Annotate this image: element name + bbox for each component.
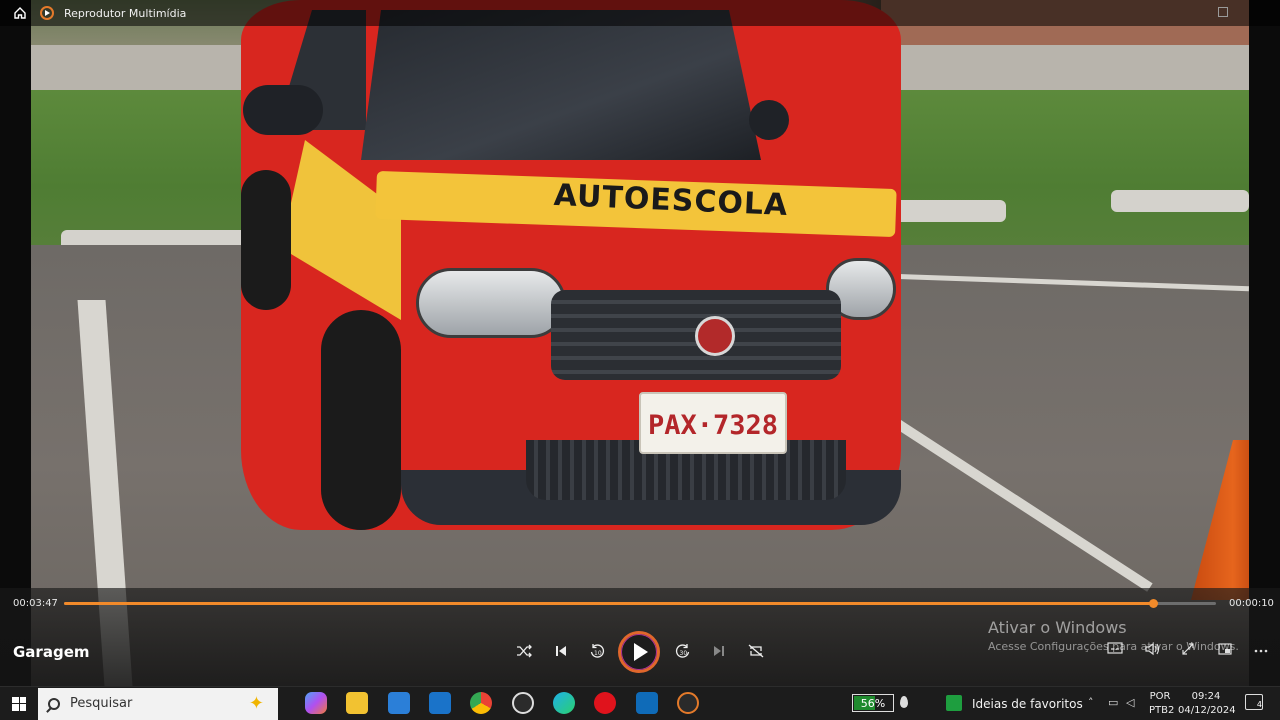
chevron-up-icon[interactable]: ˄: [1088, 696, 1094, 709]
home-button[interactable]: [0, 0, 40, 26]
speaker-icon[interactable]: ◁: [1126, 696, 1134, 709]
notification-count: 4: [1256, 700, 1262, 709]
activation-title: Ativar o Windows: [988, 618, 1127, 637]
svg-text:10: 10: [594, 650, 602, 657]
copilot-icon[interactable]: [305, 692, 327, 714]
svg-text:30: 30: [680, 650, 688, 657]
restore-button[interactable]: [1218, 7, 1228, 17]
repeat-button[interactable]: [745, 640, 767, 662]
previous-icon: [556, 646, 566, 656]
search-icon: [48, 697, 60, 710]
repeat-icon: [748, 644, 764, 658]
obs-icon[interactable]: [512, 692, 534, 714]
clock-time: 09:24: [1191, 691, 1221, 702]
water-drop-icon: [900, 696, 908, 708]
news-text[interactable]: Ideias de favoritos: [972, 697, 1083, 711]
app-icon[interactable]: [636, 692, 658, 714]
car-mirror-right: [749, 100, 789, 140]
video-frame: AUTOESCOLA PAX·7328: [31, 0, 1249, 686]
media-player-icon: [40, 6, 54, 20]
edge-icon[interactable]: [553, 692, 575, 714]
battery-indicator[interactable]: 56%: [852, 694, 894, 712]
mail-icon[interactable]: [429, 692, 451, 714]
opera-icon[interactable]: [594, 692, 616, 714]
network-icon[interactable]: ▭: [1108, 696, 1118, 709]
chrome-icon[interactable]: [470, 692, 492, 714]
curb: [1111, 190, 1249, 212]
license-plate: PAX·7328: [639, 392, 787, 454]
car-mirror-left: [243, 85, 323, 135]
windows-icon: [12, 696, 26, 711]
headlight-left: [416, 268, 566, 338]
input-language[interactable]: POR PTB2: [1149, 690, 1175, 718]
window-title: Reprodutor Multimídia: [64, 6, 187, 20]
start-button[interactable]: [0, 687, 38, 720]
license-plate-text: PAX·7328: [647, 410, 779, 441]
forward-30-button[interactable]: 30: [672, 640, 694, 662]
media-title: Garagem: [13, 643, 90, 661]
media-player-window: AUTOESCOLA PAX·7328 Reprodutor Multimídi…: [0, 0, 1280, 720]
car-logo: [695, 316, 735, 356]
search-box[interactable]: Pesquisar ✦: [38, 687, 278, 720]
news-icon[interactable]: [946, 695, 962, 711]
forward-30-icon: 30: [675, 644, 690, 658]
keyboard-layout: PTB2: [1149, 705, 1175, 716]
current-time: 00:03:47: [13, 598, 58, 609]
rewind-10-icon: 10: [590, 644, 605, 658]
next-button[interactable]: [708, 640, 730, 662]
clock[interactable]: 09:24 04/12/2024: [1178, 690, 1236, 718]
clock-date: 04/12/2024: [1178, 705, 1236, 716]
language-code: POR: [1149, 691, 1171, 702]
search-placeholder: Pesquisar: [70, 696, 133, 711]
store-icon[interactable]: [388, 692, 410, 714]
more-icon: [1254, 649, 1268, 653]
home-icon: [14, 7, 26, 19]
car-wheel: [321, 310, 401, 530]
activation-subtitle: Acesse Configurações para ativar o Windo…: [988, 640, 1239, 653]
media-player-icon[interactable]: [677, 692, 699, 714]
battery-percent: 56%: [860, 696, 886, 710]
video-area[interactable]: AUTOESCOLA PAX·7328: [0, 0, 1280, 686]
car-wheel: [241, 170, 291, 310]
more-button[interactable]: [1252, 642, 1270, 657]
notification-center[interactable]: 4: [1245, 694, 1263, 710]
seek-bar-thumb[interactable]: [1148, 599, 1158, 608]
search-highlight-icon: ✦: [248, 692, 264, 714]
player-controls: 00:03:47 00:00:10 Garagem 10 30: [0, 588, 1280, 686]
car-windshield: [361, 10, 761, 160]
seek-bar[interactable]: [64, 599, 1216, 608]
previous-button[interactable]: [550, 640, 572, 662]
shuffle-icon: [517, 644, 532, 658]
next-icon: [714, 646, 724, 656]
title-bar: Reprodutor Multimídia: [0, 0, 1280, 26]
file-explorer-icon[interactable]: [346, 692, 368, 714]
shuffle-button[interactable]: [513, 640, 535, 662]
rewind-10-button[interactable]: 10: [586, 640, 608, 662]
seek-bar-progress: [64, 602, 1153, 605]
total-time: 00:00:10: [1229, 598, 1274, 609]
play-button[interactable]: [618, 631, 660, 673]
